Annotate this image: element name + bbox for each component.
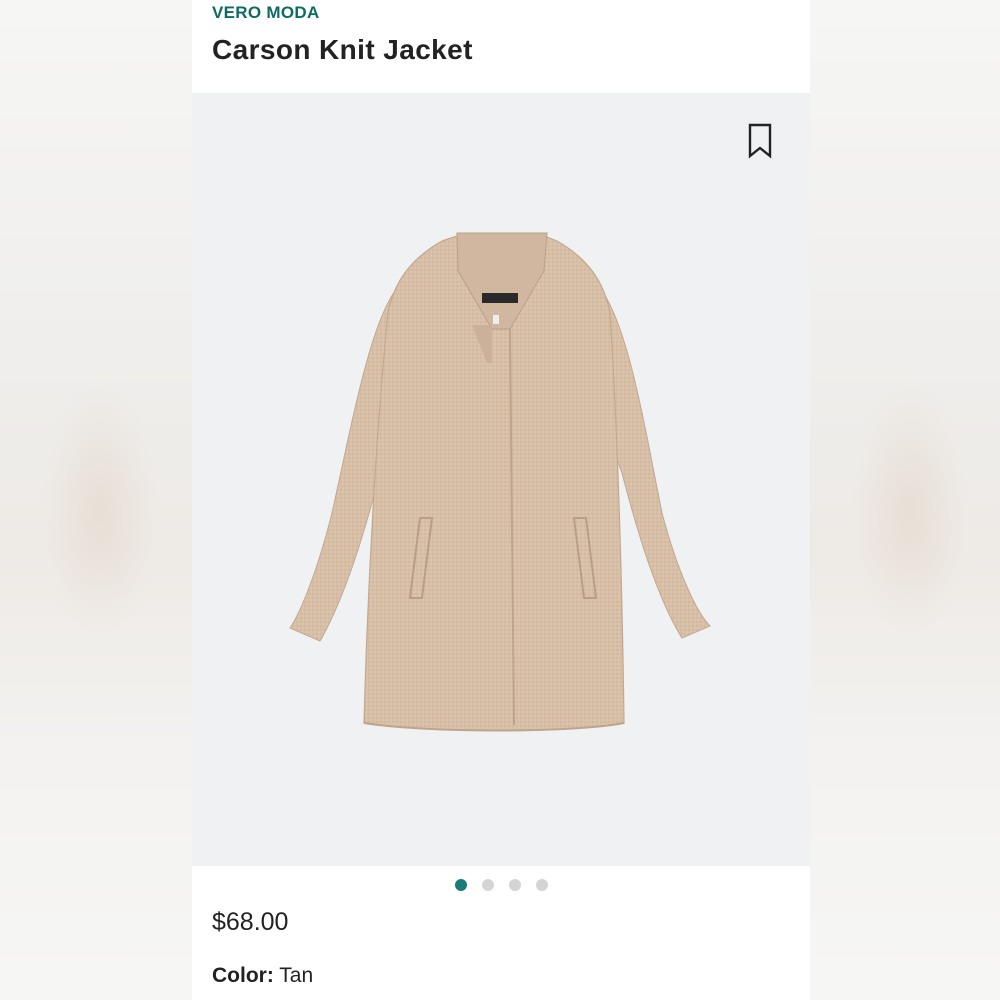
background-blur-right (810, 0, 1000, 1000)
color-selection: Color: Tan (212, 964, 313, 988)
background-blur-left (0, 0, 192, 1000)
carousel-dot-1[interactable] (454, 879, 467, 891)
carousel-dot-2[interactable] (481, 879, 494, 891)
product-card: VERO MODA Carson Knit Jacket $68.00 Colo… (192, 0, 810, 1000)
product-price: $68.00 (212, 908, 289, 936)
color-label: Color: (212, 964, 274, 987)
carousel-dot-3[interactable] (508, 879, 521, 891)
product-image (289, 232, 711, 732)
color-value: Tan (279, 964, 314, 987)
bookmark-icon[interactable] (745, 123, 775, 159)
product-image-carousel[interactable] (192, 93, 810, 866)
carousel-dot-4[interactable] (535, 879, 548, 891)
product-title: Carson Knit Jacket (212, 34, 473, 65)
carousel-pagination (192, 879, 810, 893)
brand-name[interactable]: VERO MODA (212, 3, 320, 23)
